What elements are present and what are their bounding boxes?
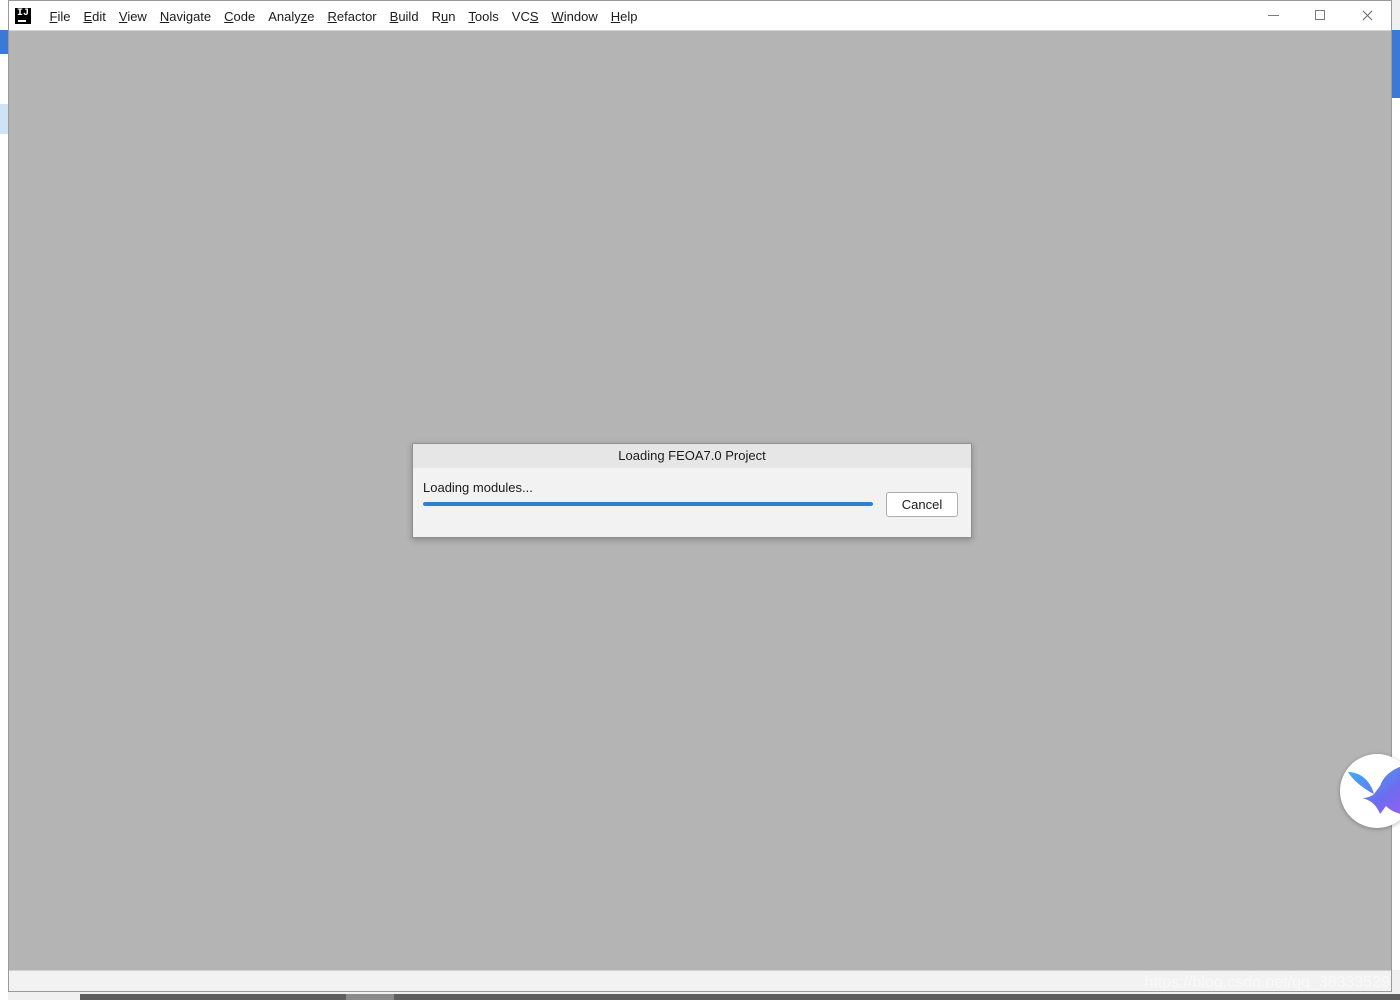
- minimize-icon[interactable]: [1250, 1, 1297, 31]
- menu-bar: File Edit View Navigate Code Analyze Refactor B…: [43, 1, 644, 31]
- loading-dialog: Loading FEOA7.0 Project Loading modules.…: [412, 443, 972, 538]
- menu-mnemonic: H: [610, 8, 621, 24]
- watermark-text: https://blog.csdn.net/qq_38333529: [1144, 974, 1390, 991]
- menu-item-help[interactable]: Help: [604, 1, 644, 31]
- title-bar: IJ File Edit View Navigate Code Analyze Refact…: [9, 1, 1391, 31]
- menu-item-navigate[interactable]: Navigate: [153, 1, 217, 31]
- menu-item-view[interactable]: View: [112, 1, 153, 31]
- background-window-selection: [0, 104, 8, 134]
- menu-item-tools[interactable]: Tools: [462, 1, 505, 31]
- menu-item-vcs[interactable]: VCS: [505, 1, 545, 31]
- menu-mnemonic: u: [440, 8, 449, 24]
- menu-mnemonic: z: [300, 8, 308, 24]
- menu-mnemonic: S: [529, 8, 539, 24]
- progress-bar: [423, 502, 873, 506]
- menu-mnemonic: C: [224, 8, 234, 24]
- menu-mnemonic: T: [468, 8, 475, 24]
- dialog-title: Loading FEOA7.0 Project: [413, 444, 971, 468]
- background-window-right: [1392, 30, 1400, 970]
- maximize-icon[interactable]: [1297, 1, 1344, 31]
- menu-mnemonic: F: [49, 8, 58, 24]
- dialog-body: Loading modules... Cancel: [413, 468, 971, 538]
- menu-mnemonic: R: [327, 8, 337, 24]
- menu-item-refactor[interactable]: Refactor: [321, 1, 383, 31]
- menu-item-file[interactable]: File: [43, 1, 77, 31]
- menu-mnemonic: W: [551, 8, 564, 24]
- close-icon[interactable]: [1344, 1, 1391, 31]
- menu-mnemonic: B: [389, 8, 399, 24]
- menu-item-code[interactable]: Code: [218, 1, 262, 31]
- background-window-titlebar-right: [1392, 30, 1400, 98]
- window-controls: [1250, 1, 1391, 31]
- menu-item-build[interactable]: Build: [383, 1, 425, 31]
- cancel-button[interactable]: Cancel: [886, 492, 958, 517]
- menu-item-edit[interactable]: Edit: [77, 1, 112, 31]
- menu-mnemonic: N: [159, 8, 170, 24]
- menu-item-run[interactable]: Run: [425, 1, 462, 31]
- progress-status-text: Loading modules...: [423, 480, 533, 495]
- taskbar-edge: [80, 994, 1400, 1000]
- menu-mnemonic: E: [83, 8, 93, 24]
- background-window-left: [0, 0, 8, 1000]
- menu-item-window[interactable]: Window: [545, 1, 604, 31]
- background-window-titlebar: [0, 30, 8, 54]
- menu-item-analyze[interactable]: Analyze: [262, 1, 321, 31]
- progress-bar-fill: [423, 502, 873, 506]
- menu-mnemonic: V: [118, 8, 128, 24]
- intellij-logo-icon: IJ: [15, 7, 31, 24]
